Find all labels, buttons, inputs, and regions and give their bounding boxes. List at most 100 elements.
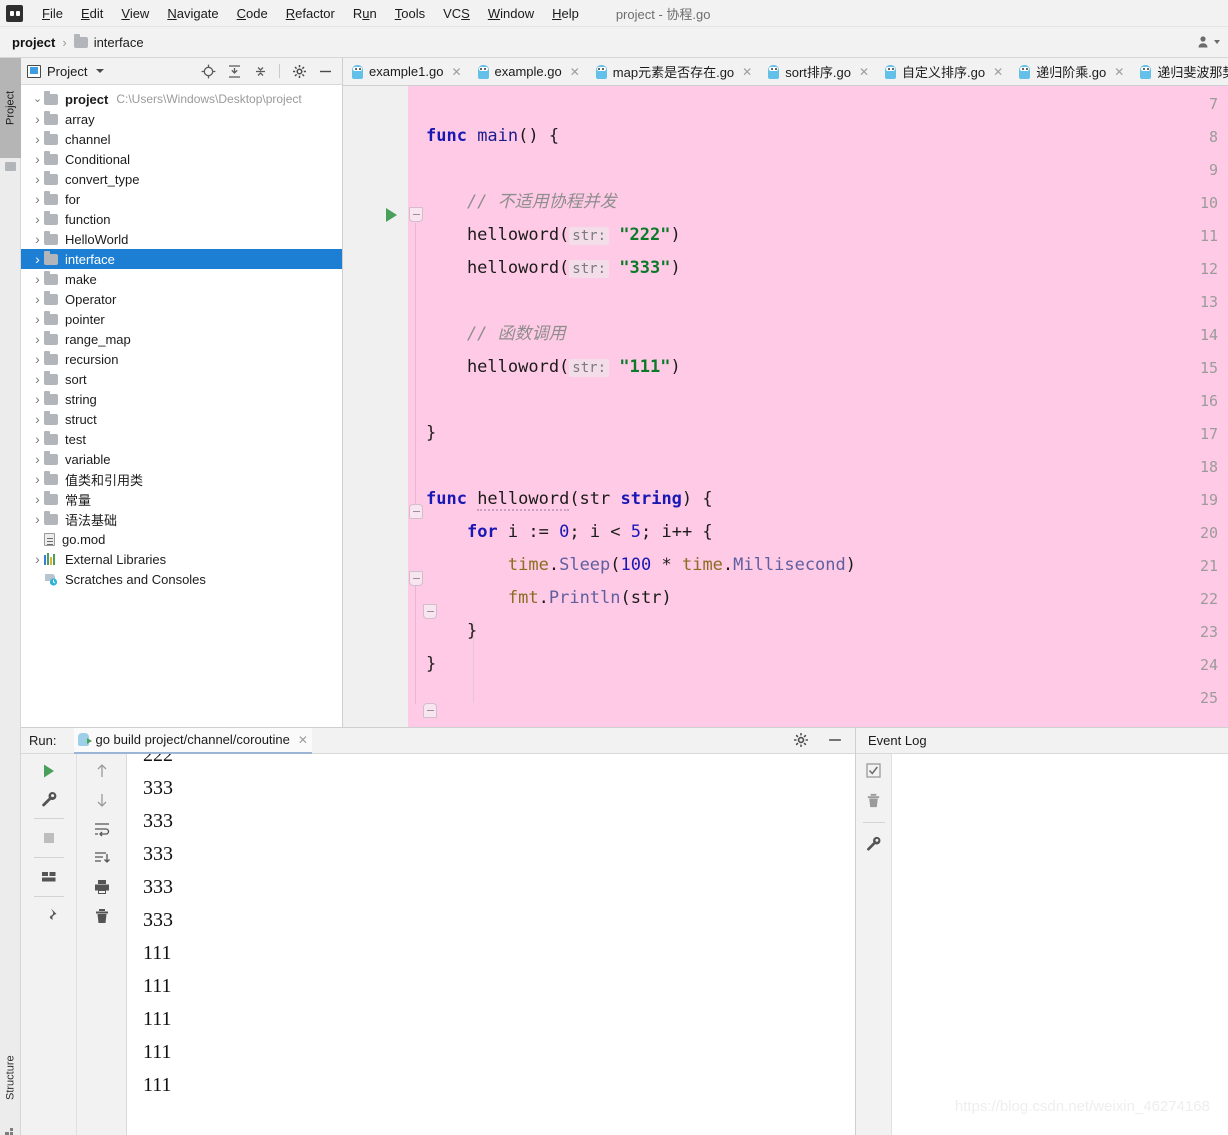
code-line[interactable]: fmt.Println(str) (426, 590, 672, 607)
chevron-right-icon[interactable]: › (31, 152, 44, 166)
down-arrow-icon[interactable] (93, 791, 111, 809)
hide-panel-icon[interactable] (827, 732, 845, 750)
menu-item-tools[interactable]: Tools (386, 3, 434, 24)
chevron-right-icon[interactable]: › (31, 192, 44, 206)
chevron-right-icon[interactable]: › (31, 172, 44, 186)
run-gutter-icon[interactable] (386, 208, 397, 222)
tree-node-node19[interactable]: › 值类和引用类 (21, 469, 342, 489)
run-configuration-tab[interactable]: go build project/channel/coroutine ✕ (74, 727, 312, 754)
tree-node-ExternalLibraries[interactable]: › External Libraries (21, 549, 342, 569)
code-line[interactable]: helloword(str: "333") (426, 260, 681, 278)
editor-tab-5[interactable]: 递归阶乘.go ✕ (1010, 58, 1131, 85)
chevron-right-icon[interactable]: › (31, 272, 44, 286)
tree-node-Operator[interactable]: › Operator (21, 289, 342, 309)
gear-icon[interactable] (292, 64, 306, 78)
editor-tab-4[interactable]: 自定义排序.go ✕ (876, 58, 1010, 85)
scroll-to-end-icon[interactable] (93, 849, 111, 867)
close-icon[interactable]: ✕ (1114, 65, 1124, 79)
wrench-settings-icon[interactable] (865, 835, 883, 853)
chevron-right-icon[interactable]: › (31, 332, 44, 346)
menu-item-run[interactable]: Run (344, 3, 386, 24)
editor-tab-bar[interactable]: example1.go ✕ example.go ✕ map元素是否存在.go ✕ sort… (343, 58, 1228, 86)
code-line[interactable]: // 不适用协程并发 (426, 194, 617, 211)
editor-tab-6[interactable]: 递归斐波那契额 (1131, 58, 1228, 85)
pin-icon[interactable] (40, 907, 58, 925)
print-icon[interactable] (93, 878, 111, 896)
chevron-right-icon[interactable]: › (31, 112, 44, 126)
up-arrow-icon[interactable] (93, 762, 111, 780)
chevron-down-icon[interactable] (1214, 40, 1220, 44)
mark-read-icon[interactable] (865, 762, 883, 780)
close-icon[interactable]: ✕ (298, 733, 308, 747)
sidebar-tab-structure[interactable]: Structure (0, 1033, 21, 1123)
code-line[interactable]: func main() { (426, 128, 559, 145)
gear-icon[interactable] (793, 732, 811, 750)
wrench-settings-icon[interactable] (40, 790, 58, 808)
layout-icon[interactable] (40, 868, 58, 886)
tree-node-Conditional[interactable]: › Conditional (21, 149, 342, 169)
tree-node-pointer[interactable]: › pointer (21, 309, 342, 329)
code-line[interactable]: helloword(str: "111") (426, 359, 681, 377)
editor-tab-0[interactable]: example1.go ✕ (343, 58, 469, 85)
trash-icon[interactable] (93, 907, 111, 925)
menu-item-edit[interactable]: Edit (72, 3, 112, 24)
expand-all-icon[interactable] (227, 64, 241, 78)
tree-node-HelloWorld[interactable]: › HelloWorld (21, 229, 342, 249)
collapse-all-icon[interactable] (253, 64, 267, 78)
tree-node-interface[interactable]: › interface (21, 249, 342, 269)
event-log-body[interactable]: https://blog.csdn.net/weixin_46274168 (892, 754, 1228, 1135)
chevron-right-icon[interactable]: › (31, 252, 44, 266)
editor-gutter[interactable] (343, 86, 408, 727)
chevron-down-icon[interactable] (96, 69, 105, 73)
rerun-play-icon[interactable] (40, 762, 58, 780)
tree-node-variable[interactable]: › variable (21, 449, 342, 469)
code-line[interactable]: time.Sleep(100 * time.Millisecond) (426, 557, 856, 574)
code-line[interactable]: } (426, 425, 436, 442)
code-line[interactable]: for i := 0; i < 5; i++ { (426, 524, 713, 541)
chevron-right-icon[interactable]: › (31, 432, 44, 446)
chevron-right-icon[interactable]: › (31, 492, 44, 506)
close-icon[interactable]: ✕ (451, 65, 461, 79)
close-icon[interactable]: ✕ (742, 65, 752, 79)
chevron-right-icon[interactable]: › (31, 372, 44, 386)
tree-node-array[interactable]: › array (21, 109, 342, 129)
tree-node-project[interactable]: ⌄ project C:\Users\Windows\Desktop\project (21, 89, 342, 109)
code-line[interactable]: // 函数调用 (426, 326, 566, 343)
fold-marker-icon[interactable] (409, 207, 423, 222)
tree-node-recursion[interactable]: › recursion (21, 349, 342, 369)
soft-wrap-icon[interactable] (93, 820, 111, 838)
breadcrumb-current[interactable]: interface (94, 35, 144, 50)
sidebar-tab-project[interactable]: Project (0, 58, 21, 158)
chevron-right-icon[interactable]: › (31, 312, 44, 326)
tree-node-go.mod[interactable]: go.mod (21, 529, 342, 549)
menu-item-help[interactable]: Help (543, 3, 588, 24)
tree-node-string[interactable]: › string (21, 389, 342, 409)
tree-node-for[interactable]: › for (21, 189, 342, 209)
editor-tab-3[interactable]: sort排序.go ✕ (759, 58, 876, 85)
chevron-right-icon[interactable]: › (31, 212, 44, 226)
stop-icon[interactable] (40, 829, 58, 847)
close-icon[interactable]: ✕ (859, 65, 869, 79)
tree-node-sort[interactable]: › sort (21, 369, 342, 389)
code-line[interactable]: } (426, 623, 477, 640)
chevron-right-icon[interactable]: › (31, 352, 44, 366)
chevron-right-icon[interactable]: › (31, 552, 44, 566)
chevron-right-icon[interactable]: › (31, 472, 44, 486)
chevron-right-icon[interactable]: › (31, 292, 44, 306)
tree-node-struct[interactable]: › struct (21, 409, 342, 429)
menu-item-window[interactable]: Window (479, 3, 543, 24)
chevron-down-icon[interactable]: ⌄ (31, 93, 44, 105)
person-icon[interactable] (1197, 35, 1211, 49)
menu-item-code[interactable]: Code (228, 3, 277, 24)
chevron-right-icon[interactable]: › (31, 412, 44, 426)
chevron-right-icon[interactable]: › (31, 512, 44, 526)
fold-marker-icon[interactable] (409, 571, 423, 586)
fold-marker-icon[interactable] (409, 504, 423, 519)
close-icon[interactable]: ✕ (993, 65, 1003, 79)
code-line[interactable]: func helloword(str string) { (426, 489, 713, 511)
tree-node-test[interactable]: › test (21, 429, 342, 449)
chevron-right-icon[interactable]: › (31, 392, 44, 406)
trash-icon[interactable] (865, 792, 883, 810)
editor-code-content[interactable]: func main() { // 不适用协程并发 helloword(str: … (426, 86, 1228, 727)
editor-fold-strip[interactable] (408, 86, 426, 727)
